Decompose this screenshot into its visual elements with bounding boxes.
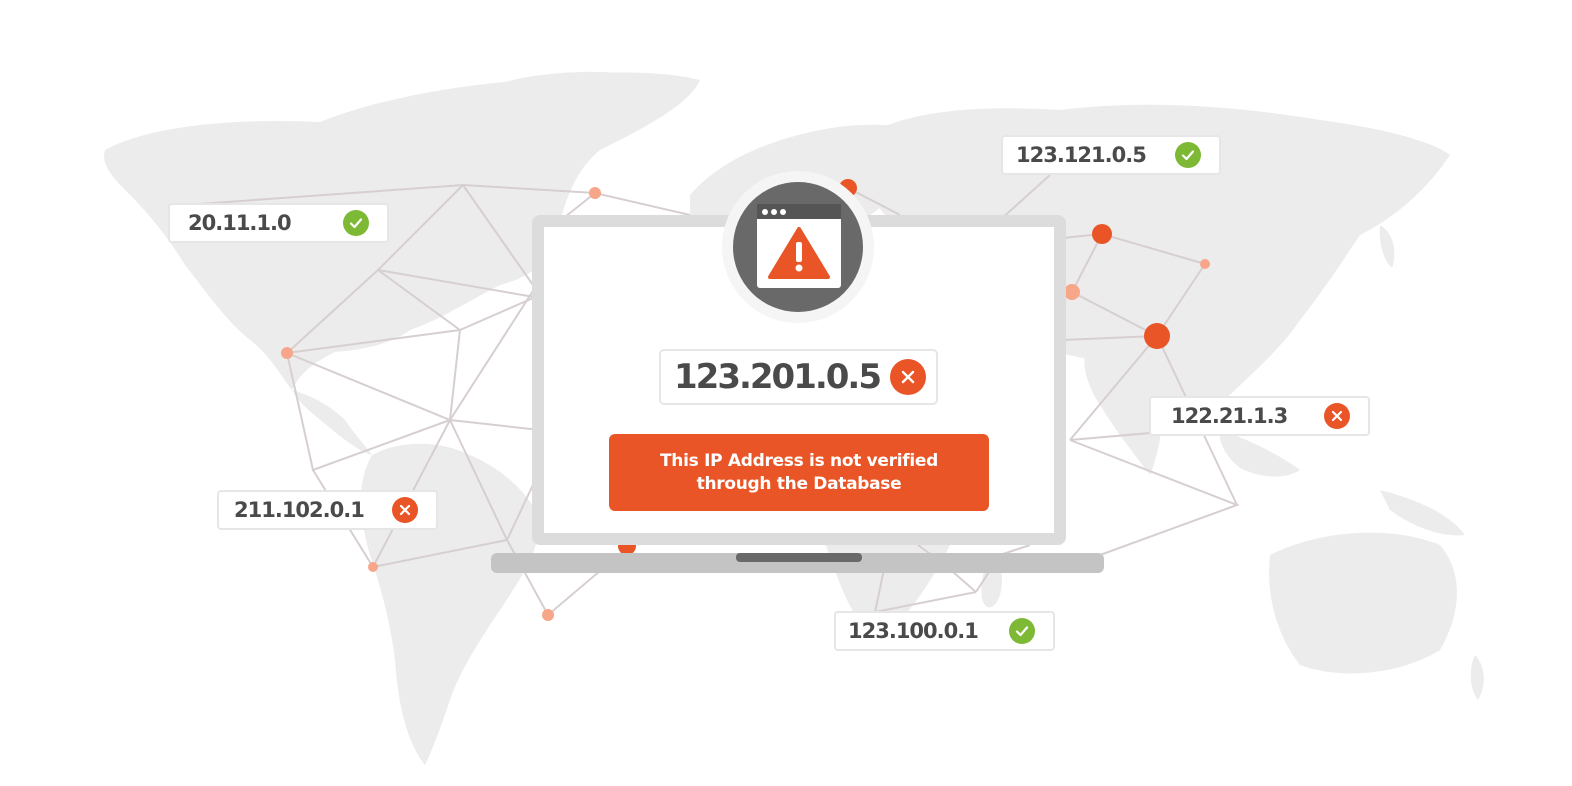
ip-address: 123.100.0.1: [848, 619, 979, 643]
warning-badge: [722, 171, 874, 323]
alert-banner: This IP Address is not verified through …: [609, 434, 989, 511]
close-icon: [392, 497, 418, 523]
close-icon: [1324, 403, 1350, 429]
ip-address: 122.21.1.3: [1171, 404, 1288, 428]
ip-card: 123.100.0.1: [834, 611, 1055, 651]
check-icon: [1009, 618, 1035, 644]
alert-line-2: through the Database: [696, 473, 902, 494]
close-icon: [890, 359, 926, 395]
ip-card: 20.11.1.0: [168, 203, 389, 243]
check-icon: [1175, 142, 1201, 168]
ip-card: 211.102.0.1: [217, 490, 438, 530]
laptop-trackpad-notch: [736, 553, 862, 562]
alert-line-1: This IP Address is not verified: [660, 450, 938, 471]
main-ip-card: 123.201.0.5: [659, 349, 938, 405]
ip-card: 123.121.0.5: [1001, 135, 1221, 175]
ip-address: 211.102.0.1: [234, 498, 365, 522]
main-ip-address: 123.201.0.5: [674, 357, 882, 397]
check-icon: [343, 210, 369, 236]
ip-address: 123.121.0.5: [1016, 143, 1147, 167]
ip-card: 122.21.1.3: [1149, 396, 1370, 436]
ip-address: 20.11.1.0: [188, 211, 292, 235]
